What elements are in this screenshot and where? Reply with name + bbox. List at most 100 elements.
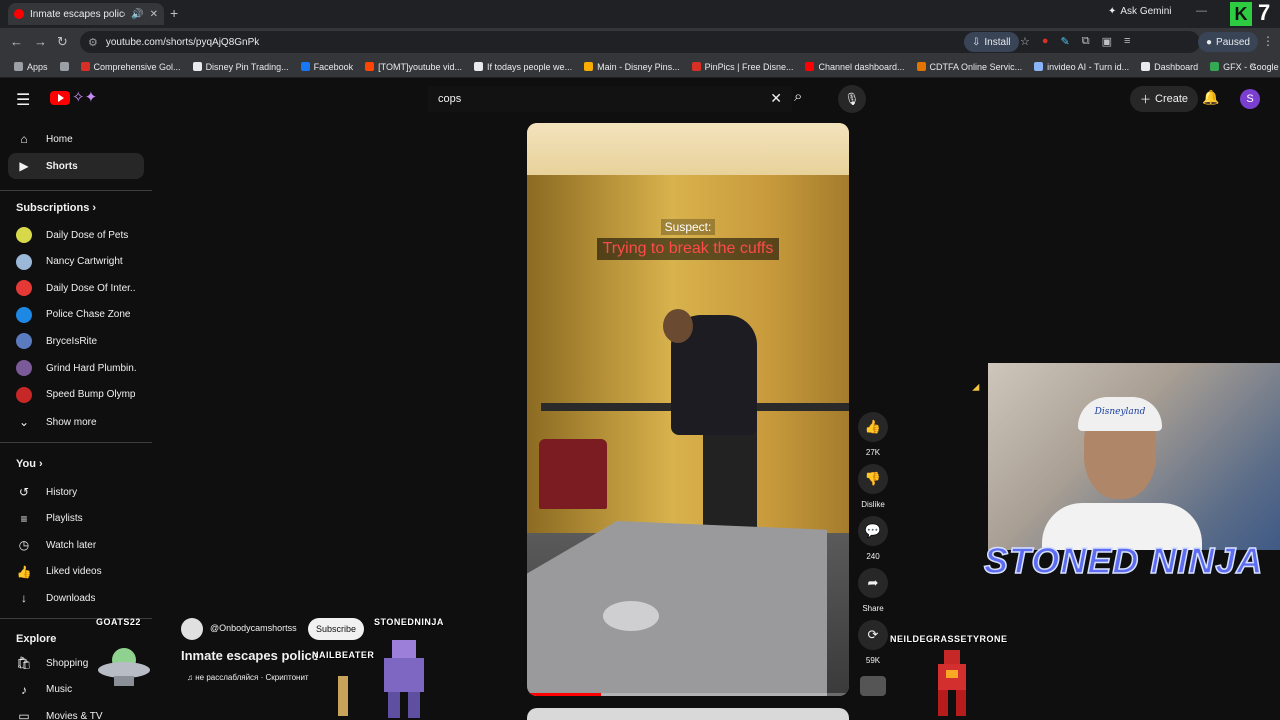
paused-label: Paused [1216,36,1250,48]
bookmark-item[interactable]: Channel dashboard... [799,62,910,72]
sidebar-item-watch-later[interactable]: ◷ Watch later [8,532,144,558]
subscription-item[interactable]: BryceIsRite [8,328,144,354]
install-app-button[interactable]: ⇩ Install [964,32,1019,52]
show-more-icon: ⌄ [18,415,30,429]
forward-arrow-icon[interactable]: → [34,34,47,49]
bookmark-item[interactable]: PinPics | Free Disne... [686,62,800,72]
bookmark-item[interactable]: Disney Pin Trading... [187,62,295,72]
sidebar-item-history[interactable]: ↺ History [8,479,144,505]
site-info-icon[interactable]: ⚙ [88,36,98,49]
close-tab-icon[interactable]: ✕ [150,9,158,20]
window-controls: — [1196,5,1207,17]
sidebar-item-history-label: History [46,486,78,498]
bookmark-item[interactable] [54,62,75,71]
notifications-bell-icon[interactable]: 🔔 [1202,89,1219,106]
bookmark-favicon-icon [59,62,69,71]
minimize-icon[interactable]: — [1196,5,1207,17]
subscription-item-label: BryceIsRite [46,335,98,347]
bookmarks-overflow-icon[interactable]: » [1250,60,1256,71]
sidebar-item-home[interactable]: ⌂ Home [8,126,144,152]
reload-icon[interactable]: ↻ [57,34,68,50]
channel-handle[interactable]: @Onbodycamshortss [210,623,297,633]
bookmark-item[interactable]: If todays people we... [468,62,578,72]
bookmark-item[interactable]: [TOMT]youtube vid... [359,62,468,72]
sidebar-item-playlists[interactable]: ≡ Playlists [8,506,144,532]
media-control-icon[interactable]: ≡ [1124,35,1130,48]
youtube-doodle-icon[interactable]: ✧✦ [72,88,97,106]
share-button-icon[interactable]: ➦ [858,568,888,598]
sound-thumbnail[interactable] [860,676,886,696]
speaker-icon[interactable]: 🔊 [131,9,143,20]
browser-menu-icon[interactable]: ⋮ [1262,34,1274,48]
comments-button-icon[interactable]: 💬 [858,516,888,546]
bookmark-star-icon[interactable]: ☆ [1020,35,1030,48]
subscription-item[interactable]: Daily Dose of Pets [8,222,144,248]
comments-action: 💬 240 [858,516,888,561]
explore-heading[interactable]: Explore [16,633,56,645]
stream-counter: 7 [1258,0,1271,25]
subscription-item[interactable]: Daily Dose Of Inter... [8,275,144,301]
sidebar-item-liked-videos[interactable]: 👍 Liked videos [8,559,144,585]
extension-blue-icon[interactable]: ✎ [1061,35,1070,48]
sidebar-item-movies-tv[interactable]: ▭ Movies & TV [8,703,144,720]
split-view-icon[interactable]: ▣ [1102,35,1112,48]
show-more[interactable]: ⌄ Show more [8,409,144,435]
bookmark-item[interactable]: GFX - Google Drive [1204,62,1280,72]
shorts-video-player[interactable]: Suspect: Trying to break the cuffs [527,123,849,696]
bookmark-item[interactable]: Apps [8,62,54,72]
bookmark-favicon-icon [1210,62,1220,71]
subscription-item[interactable]: Police Chase Zone [8,302,144,328]
channel-avatar[interactable] [181,618,203,640]
search-icon[interactable]: ⌕ [794,88,802,105]
create-button[interactable]: ＋ Create [1130,86,1199,112]
sidebar-item-movies-tv-label: Movies & TV [46,710,103,720]
url-text: youtube.com/shorts/pyqAjQ8GnPk [105,36,260,48]
extension-red-icon[interactable]: ● [1042,35,1049,48]
bookmark-item[interactable]: invideo AI - Turn id... [1028,62,1135,72]
voice-search-mic-icon[interactable]: 🎙 [838,85,866,113]
like-button-icon[interactable]: 👍 [858,412,888,442]
back-arrow-icon[interactable]: ← [10,34,23,49]
subscription-item-label: Daily Dose of Pets [46,229,129,241]
hamburger-menu-icon[interactable]: ☰ [16,90,30,110]
video-progress-bar[interactable] [527,693,849,696]
channel-avatar-icon [16,386,32,403]
channel-avatar-icon [16,306,32,323]
profile-paused-button[interactable]: ● Paused [1198,32,1258,52]
account-avatar[interactable]: S [1240,89,1260,109]
next-short-preview[interactable] [527,708,849,720]
ask-gemini-button[interactable]: ✦ Ask Gemini [1108,6,1172,17]
you-heading[interactable]: You › [16,458,43,470]
video-desk [527,521,827,696]
bookmark-favicon-icon [80,62,90,71]
bookmark-item[interactable]: Facebook [295,62,360,72]
bookmark-item[interactable]: Main - Disney Pins... [578,62,686,72]
sidebar-item-shorts[interactable]: ▶ Shorts [8,153,144,179]
armored-knight-sprite-icon [338,640,424,718]
browser-tab[interactable]: Inmate escapes police with 🔊 ✕ [8,3,164,25]
short-title[interactable]: Inmate escapes police [181,648,319,663]
comments-label: 240 [866,552,880,561]
bookmark-label: [TOMT]youtube vid... [378,61,463,72]
remix-button-icon[interactable]: ⟳ [858,620,888,650]
sidebar-item-shopping-label: Shopping [46,657,89,669]
subscription-item[interactable]: Speed Bump Olymp... [8,382,144,408]
music-note-icon: ♫ [187,673,196,682]
webcam-cap-text: Disneyland [1094,407,1146,417]
subscription-item[interactable]: Grind Hard Plumbin... [8,355,144,381]
subscription-item[interactable]: Nancy Cartwright [8,249,144,275]
new-tab-button[interactable]: + [170,5,178,21]
subscriptions-heading[interactable]: Subscriptions › [16,202,96,214]
clear-search-icon[interactable]: ✕ [770,90,782,107]
music-attribution[interactable]: ♫ не расслабляйся · Скриптонит [187,673,309,682]
bookmark-item[interactable]: Comprehensive Gol... [75,62,187,72]
youtube-logo[interactable] [50,91,70,105]
bookmark-item[interactable]: CDTFA Online Servic... [911,62,1029,72]
extensions-puzzle-icon[interactable]: ⧉ [1082,35,1090,48]
bookmark-favicon-icon [916,62,926,71]
like-action: 👍 27K [858,412,888,457]
search-input[interactable]: cops ✕ [428,86,792,112]
dislike-button-icon[interactable]: 👎 [858,464,888,494]
bookmark-item[interactable]: Dashboard [1135,62,1204,72]
sidebar-item-downloads[interactable]: ↓ Downloads [8,585,144,611]
